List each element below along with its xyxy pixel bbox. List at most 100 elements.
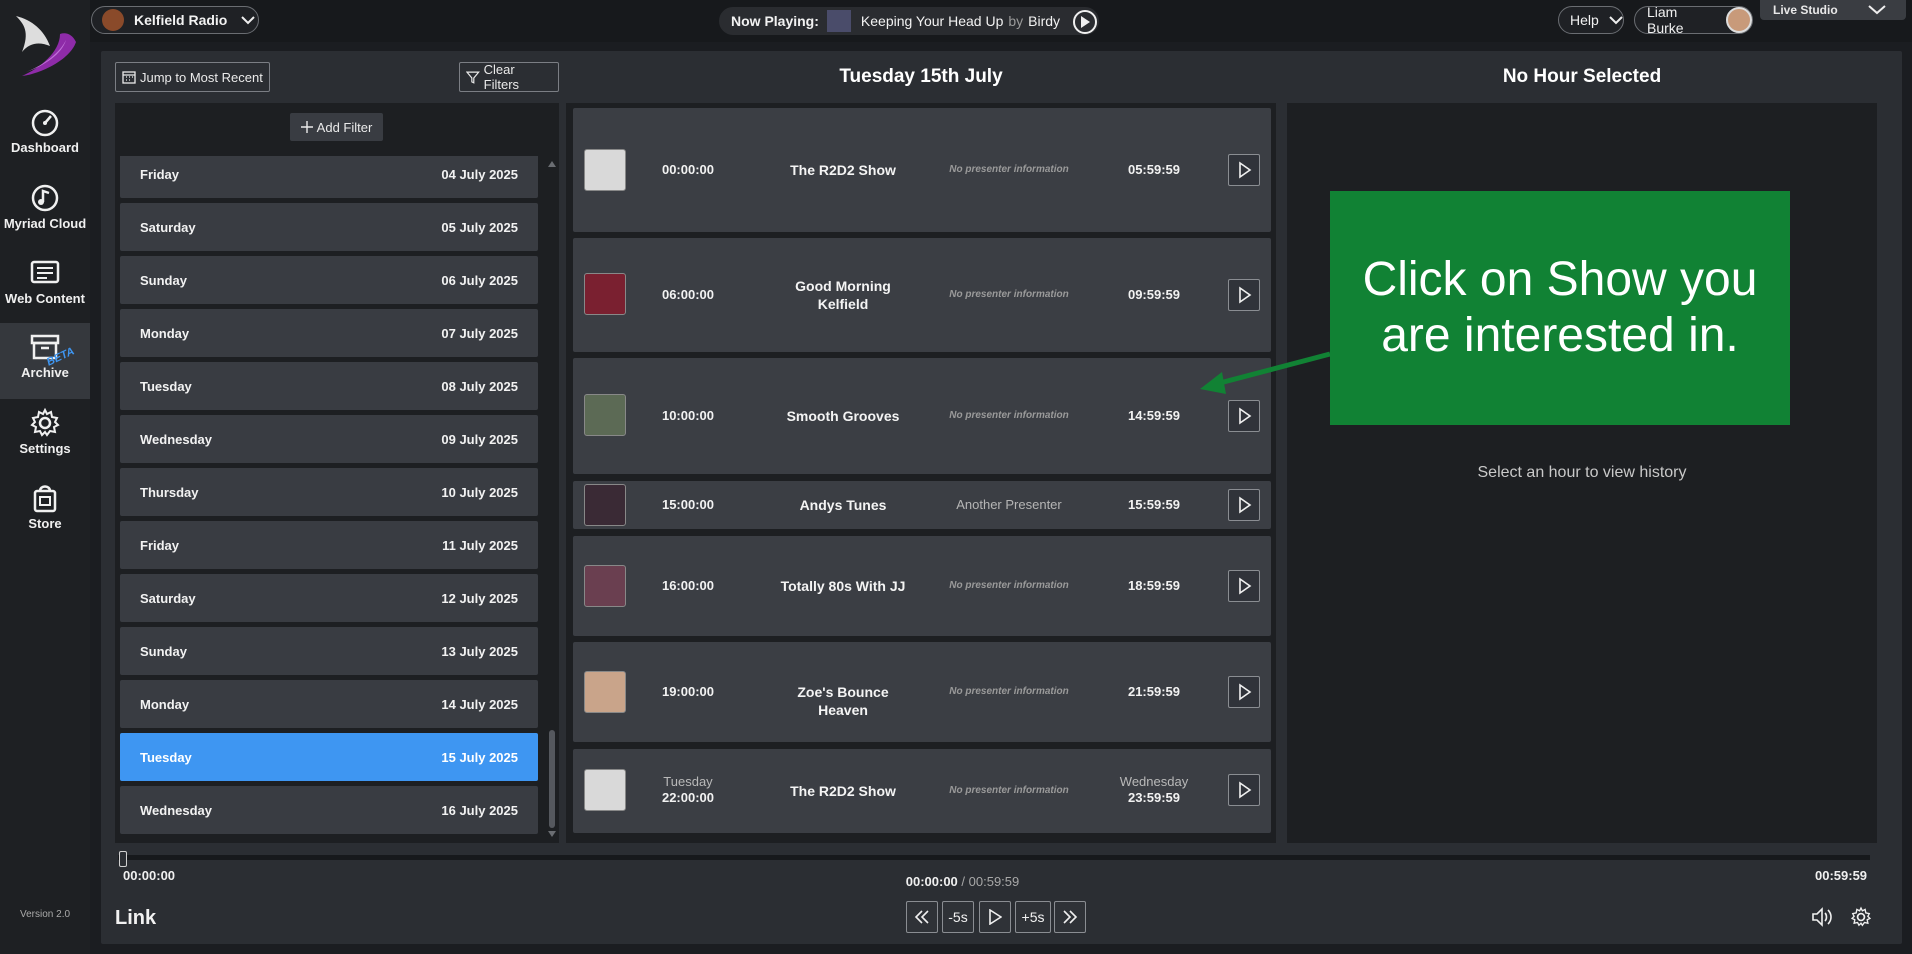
- scrollbar-thumb[interactable]: [549, 730, 555, 828]
- show-presenter: No presenter information: [949, 410, 1069, 421]
- clear-filters-button[interactable]: Clear Filters: [459, 62, 559, 92]
- user-menu-button[interactable]: Liam Burke: [1634, 4, 1753, 36]
- show-row[interactable]: 10:00:00 Smooth Grooves No presenter inf…: [573, 358, 1271, 474]
- show-thumbnail: [584, 671, 626, 713]
- sidebar-item-store[interactable]: Store: [0, 476, 90, 548]
- play-button[interactable]: [979, 901, 1011, 933]
- scroll-down-icon: [548, 831, 556, 837]
- jump-to-most-recent-button[interactable]: Jump to Most Recent: [115, 62, 270, 92]
- clear-filters-label: Clear Filters: [483, 62, 520, 92]
- date-row[interactable]: Saturday 05 July 2025: [120, 203, 538, 251]
- date-list-scrollbar[interactable]: [548, 160, 556, 838]
- gear-icon: [30, 407, 60, 437]
- sidebar-item-settings[interactable]: Settings: [0, 401, 90, 473]
- show-play-button[interactable]: [1228, 279, 1260, 311]
- show-presenter: No presenter information: [949, 785, 1069, 796]
- show-end-time: Wednesday 23:59:59: [1099, 774, 1209, 806]
- plus-icon: [300, 121, 313, 133]
- player-settings-icon[interactable]: [1850, 906, 1872, 928]
- track-artist: Birdy: [1028, 13, 1061, 29]
- sidebar-item-archive[interactable]: BETA Archive: [0, 323, 90, 399]
- avatar: [1726, 7, 1752, 33]
- show-row[interactable]: 19:00:00 Zoe's Bounce Heaven No presente…: [573, 642, 1271, 742]
- show-row[interactable]: Tuesday 22:00:00 The R2D2 Show No presen…: [573, 749, 1271, 833]
- date-value: 07 July 2025: [441, 325, 518, 341]
- play-icon: [1239, 286, 1252, 304]
- by-word: by: [1008, 13, 1024, 29]
- add-filter-button[interactable]: Add Filter: [290, 113, 383, 141]
- day-name: Friday: [140, 166, 180, 182]
- play-icon: [1239, 683, 1252, 701]
- day-name: Saturday: [140, 590, 196, 606]
- date-row-selected[interactable]: Tuesday 15 July 2025: [120, 733, 538, 781]
- date-row[interactable]: Sunday 06 July 2025: [120, 256, 538, 304]
- play-icon: [1239, 781, 1252, 799]
- playback-timeline[interactable]: [118, 851, 1870, 867]
- studio-selector[interactable]: Live Studio: [1760, 0, 1906, 20]
- date-row[interactable]: Tuesday 08 July 2025: [120, 362, 538, 410]
- show-row[interactable]: 00:00:00 The R2D2 Show No presenter info…: [573, 108, 1271, 232]
- timeline-end-time: 00:59:59: [1815, 868, 1868, 883]
- now-playing-label: Now Playing:: [731, 13, 819, 29]
- sidebar-item-myriad-cloud[interactable]: Myriad Cloud: [0, 176, 90, 248]
- sidebar-item-dashboard[interactable]: Dashboard: [0, 100, 90, 172]
- date-row[interactable]: Saturday 12 July 2025: [120, 574, 538, 622]
- hour-heading: No Hour Selected: [1502, 66, 1662, 87]
- date-row[interactable]: Monday 07 July 2025: [120, 309, 538, 357]
- show-play-button[interactable]: [1228, 676, 1260, 708]
- show-start-time: 06:00:00: [661, 287, 715, 302]
- show-presenter: No presenter information: [949, 164, 1069, 175]
- play-icon: [1239, 161, 1252, 179]
- show-play-button[interactable]: [1228, 570, 1260, 602]
- help-menu-button[interactable]: Help: [1558, 6, 1624, 34]
- filter-clear-icon: [466, 71, 480, 84]
- volume-icon[interactable]: [1811, 906, 1835, 928]
- sidebar-item-web-content[interactable]: Web Content: [0, 251, 90, 323]
- show-play-button[interactable]: [1228, 489, 1260, 521]
- chevron-down-icon: [1609, 16, 1623, 25]
- date-row[interactable]: Sunday 13 July 2025: [120, 627, 538, 675]
- date-value: 04 July 2025: [441, 166, 518, 182]
- date-row[interactable]: Wednesday 09 July 2025: [120, 415, 538, 463]
- total-duration: 00:59:59: [968, 874, 1020, 889]
- now-playing-play-button[interactable]: [1073, 10, 1097, 34]
- track-title: Keeping Your Head Up: [860, 13, 1004, 29]
- show-thumbnail: [584, 769, 626, 811]
- date-value: 10 July 2025: [441, 484, 518, 500]
- sidebar-item-label: Web Content: [5, 291, 85, 306]
- play-icon: [1081, 16, 1090, 28]
- play-icon: [1239, 577, 1252, 595]
- date-row[interactable]: Thursday 10 July 2025: [120, 468, 538, 516]
- skip-back-button[interactable]: [906, 901, 938, 933]
- day-name: Wednesday: [140, 802, 213, 818]
- show-row[interactable]: 06:00:00 Good Morning Kelfield No presen…: [573, 238, 1271, 352]
- show-start-day: Tuesday: [663, 774, 713, 789]
- playback-handle[interactable]: [119, 851, 127, 867]
- play-icon: [1239, 496, 1252, 514]
- date-value: 05 July 2025: [441, 219, 518, 235]
- forward-5s-button[interactable]: +5s: [1015, 901, 1051, 933]
- show-play-button[interactable]: [1228, 154, 1260, 186]
- date-row[interactable]: Friday 11 July 2025: [120, 521, 538, 569]
- station-selector[interactable]: Kelfield Radio: [91, 6, 259, 34]
- rewind-5s-button[interactable]: -5s: [942, 901, 974, 933]
- show-row[interactable]: 16:00:00 Totally 80s With JJ No presente…: [573, 536, 1271, 636]
- sidebar-item-label: Myriad Cloud: [3, 216, 87, 231]
- date-row[interactable]: Wednesday 16 July 2025: [120, 786, 538, 834]
- gauge-icon: [31, 109, 59, 137]
- date-value: 09 July 2025: [441, 431, 518, 447]
- show-row[interactable]: 15:00:00 Andys Tunes Another Presenter 1…: [573, 481, 1271, 529]
- chevron-down-icon: [241, 16, 256, 25]
- show-presenter: Another Presenter: [956, 497, 1062, 512]
- skip-forward-button[interactable]: [1054, 901, 1086, 933]
- show-title: Andys Tunes: [799, 497, 887, 513]
- show-end-time: 15:59:59: [1127, 497, 1181, 512]
- show-title: Good Morning Kelfield: [795, 278, 891, 312]
- cloud-music-icon: [31, 184, 59, 212]
- show-play-button[interactable]: [1228, 774, 1260, 806]
- chevron-down-icon: [1868, 5, 1886, 15]
- date-row[interactable]: Monday 14 July 2025: [120, 680, 538, 728]
- date-row[interactable]: Friday 04 July 2025: [120, 156, 538, 198]
- show-thumbnail: [584, 149, 626, 191]
- help-label: Help: [1570, 12, 1599, 28]
